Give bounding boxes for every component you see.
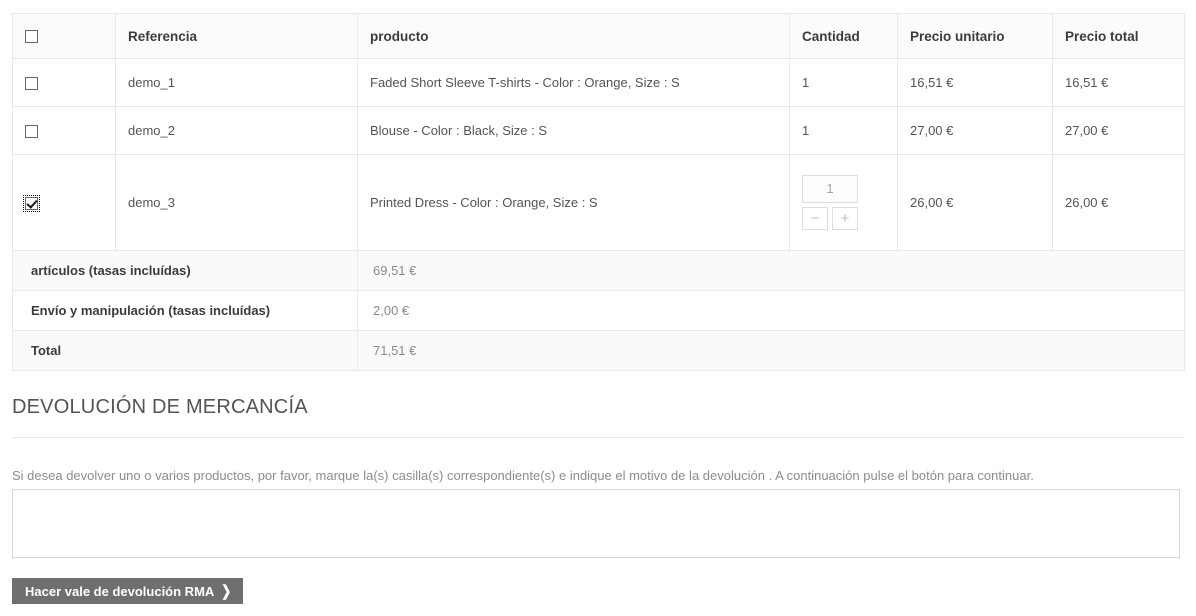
column-header-product: producto — [357, 13, 790, 59]
summary-row-items: artículos (tasas incluídas) 69,51 € — [12, 250, 1185, 291]
column-header-quantity: Cantidad — [789, 13, 898, 59]
select-all-header — [12, 13, 116, 59]
row-reference: demo_2 — [115, 106, 358, 155]
quantity-increment-button[interactable]: + — [832, 207, 858, 230]
summary-value: 71,51 € — [357, 330, 1185, 371]
row-total-price: 26,00 € — [1052, 154, 1185, 251]
order-products-table-container: Referencia producto Cantidad Precio unit… — [12, 13, 1185, 371]
select-all-checkbox[interactable] — [25, 30, 38, 44]
row-reference: demo_3 — [115, 154, 358, 251]
row-select-checkbox[interactable] — [25, 77, 38, 91]
column-header-reference: Referencia — [115, 13, 358, 59]
row-select-cell — [12, 58, 116, 107]
summary-value: 2,00 € — [357, 290, 1185, 331]
quantity-stepper: − + — [802, 175, 860, 230]
table-header-row: Referencia producto Cantidad Precio unit… — [12, 13, 1185, 59]
row-product-name: Printed Dress - Color : Orange, Size : S — [357, 154, 790, 251]
page-title: DEVOLUCIÓN DE MERCANCÍA — [12, 396, 308, 418]
order-return-page: Referencia producto Cantidad Precio unit… — [0, 0, 1196, 616]
row-select-checkbox[interactable] — [25, 125, 38, 139]
table-header: Referencia producto Cantidad Precio unit… — [12, 13, 1185, 59]
order-products-table: Referencia producto Cantidad Precio unit… — [12, 13, 1185, 371]
row-reference: demo_1 — [115, 58, 358, 107]
row-unit-price: 27,00 € — [897, 106, 1053, 155]
section-divider — [12, 437, 1184, 438]
row-product-name: Faded Short Sleeve T-shirts - Color : Or… — [357, 58, 790, 107]
row-quantity: 1 — [789, 106, 898, 155]
row-unit-price: 16,51 € — [897, 58, 1053, 107]
column-header-unit-price: Precio unitario — [897, 13, 1053, 59]
return-reason-textarea[interactable] — [12, 489, 1180, 558]
table-row: demo_3 Printed Dress - Color : Orange, S… — [12, 154, 1185, 251]
table-body: demo_1 Faded Short Sleeve T-shirts - Col… — [12, 58, 1185, 371]
row-total-price: 16,51 € — [1052, 58, 1185, 107]
chevron-right-icon: ❯ — [221, 582, 232, 600]
table-row: demo_1 Faded Short Sleeve T-shirts - Col… — [12, 58, 1185, 107]
row-quantity: 1 — [789, 58, 898, 107]
summary-label: Total — [12, 330, 358, 371]
quantity-input[interactable] — [802, 175, 858, 203]
summary-label: Envío y manipulación (tasas incluídas) — [12, 290, 358, 331]
row-quantity-cell: − + — [789, 154, 898, 251]
row-select-cell — [12, 154, 116, 251]
summary-value: 69,51 € — [357, 250, 1185, 291]
summary-label: artículos (tasas incluídas) — [12, 250, 358, 291]
rma-button-label: Hacer vale de devolución RMA — [25, 583, 215, 599]
row-select-checkbox[interactable] — [23, 195, 40, 213]
row-product-name: Blouse - Color : Black, Size : S — [357, 106, 790, 155]
row-unit-price: 26,00 € — [897, 154, 1053, 251]
summary-row-total: Total 71,51 € — [12, 330, 1185, 371]
row-total-price: 27,00 € — [1052, 106, 1185, 155]
make-rma-voucher-button[interactable]: Hacer vale de devolución RMA ❯ — [12, 578, 244, 604]
quantity-decrement-button[interactable]: − — [802, 207, 828, 230]
row-select-cell — [12, 106, 116, 155]
return-instructions: Si desea devolver uno o varios productos… — [12, 468, 1034, 483]
column-header-total-price: Precio total — [1052, 13, 1185, 59]
summary-row-shipping: Envío y manipulación (tasas incluídas) 2… — [12, 290, 1185, 331]
stepper-buttons: − + — [802, 207, 860, 230]
table-row: demo_2 Blouse - Color : Black, Size : S … — [12, 106, 1185, 155]
